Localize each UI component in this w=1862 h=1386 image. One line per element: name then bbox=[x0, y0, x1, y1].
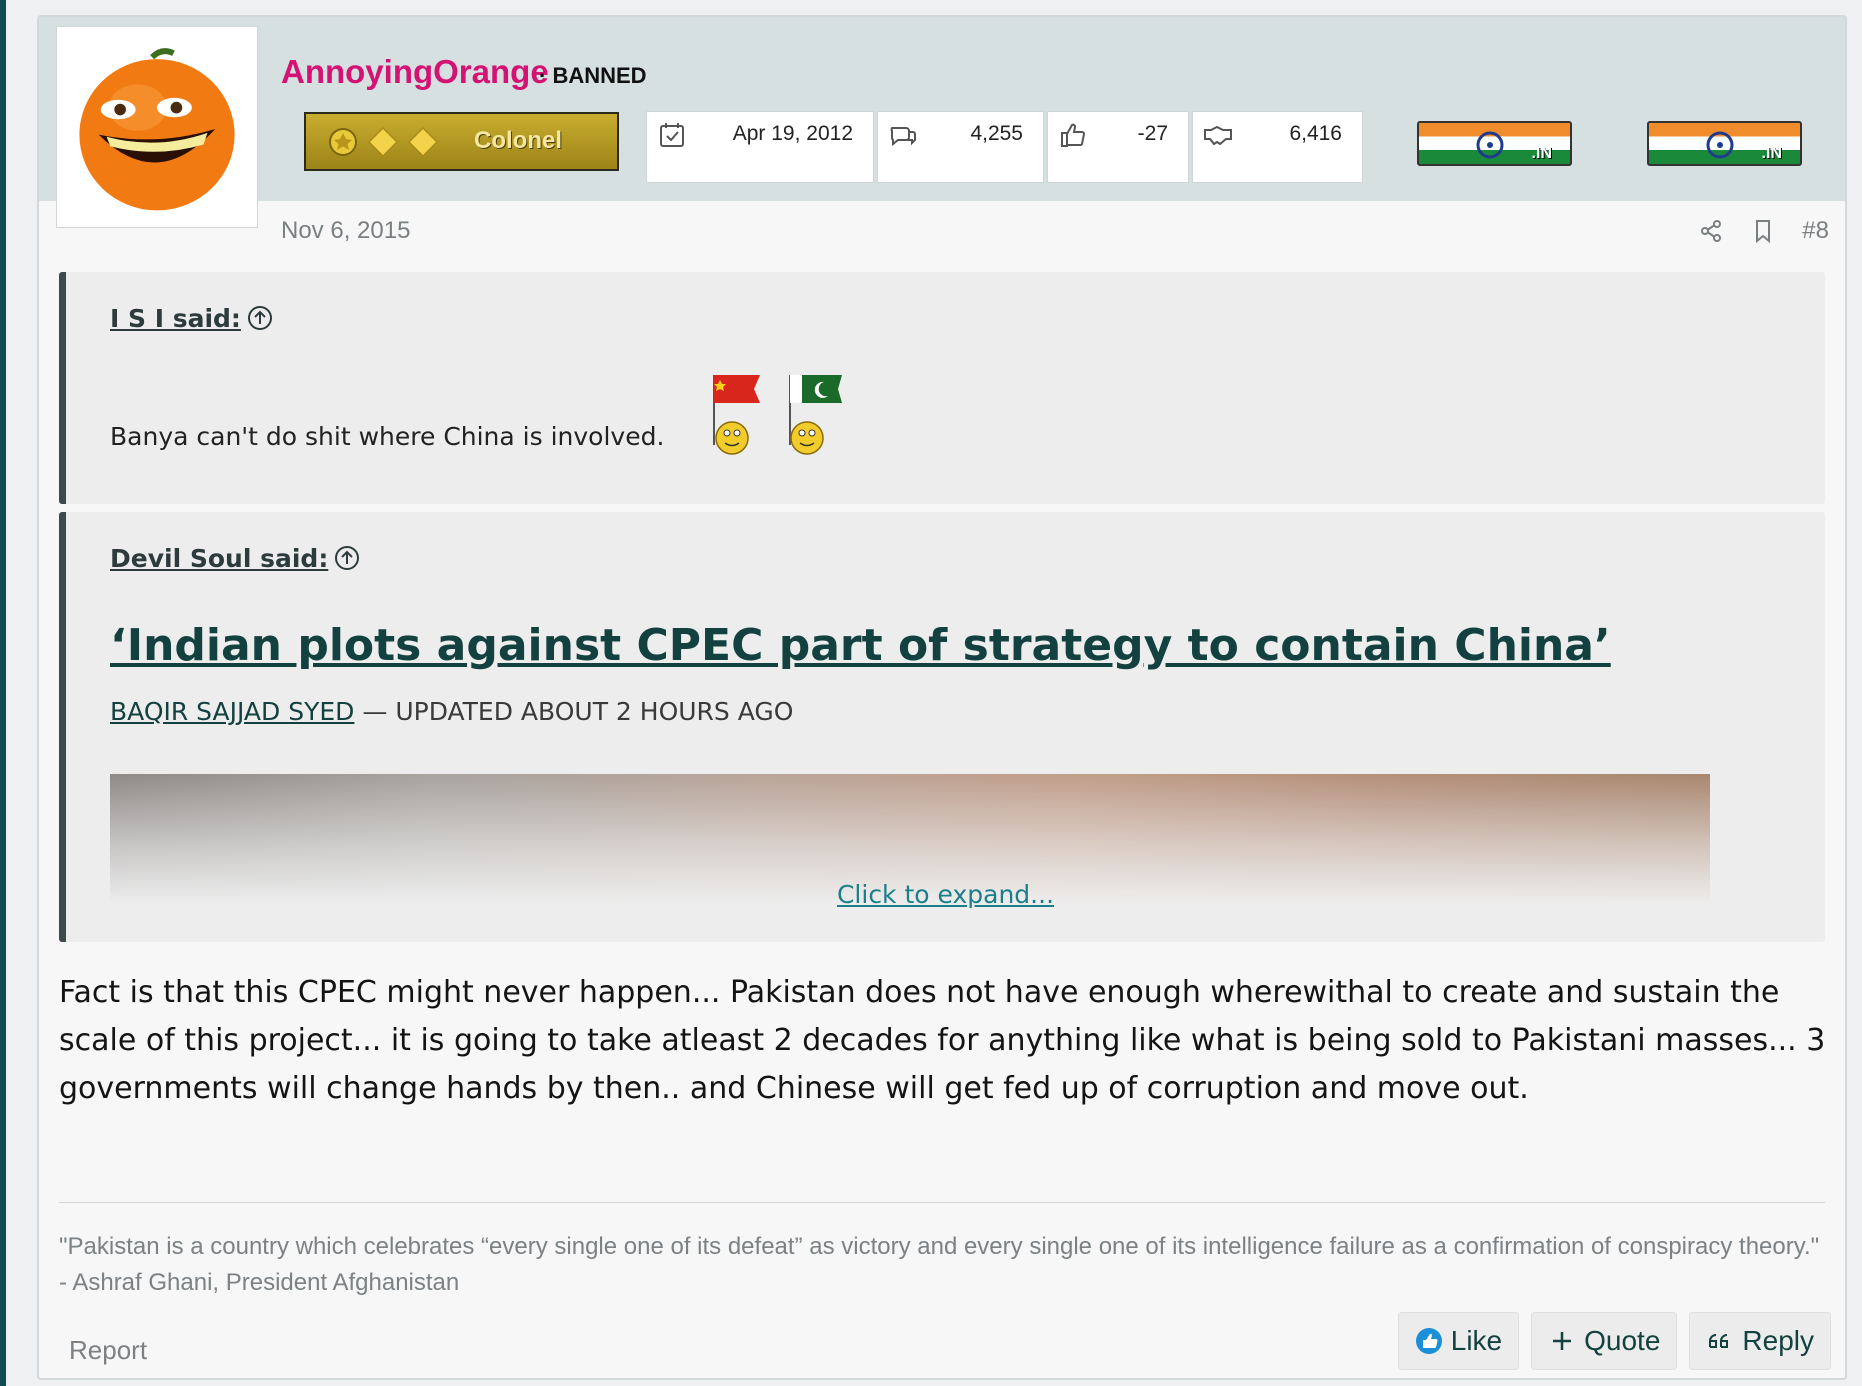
bookmark-icon[interactable] bbox=[1750, 218, 1776, 244]
reply-label: Reply bbox=[1742, 1325, 1814, 1356]
thumbs-up-icon bbox=[1061, 123, 1086, 147]
quote-author[interactable]: I S I said: bbox=[110, 304, 241, 333]
signature-divider bbox=[59, 1202, 1825, 1203]
page-left-edge bbox=[0, 0, 6, 1386]
chakra-icon bbox=[1706, 131, 1734, 159]
signature: "Pakistan is a country which celebrates … bbox=[59, 1233, 1820, 1296]
plus-icon bbox=[1553, 1332, 1572, 1350]
rank-diamond-icon bbox=[368, 127, 398, 157]
article-updated: — UPDATED ABOUT 2 HOURS AGO bbox=[354, 697, 794, 726]
quote-label: Quote bbox=[1584, 1325, 1661, 1356]
like-label: Like bbox=[1450, 1325, 1503, 1356]
flag-label: .IN bbox=[1531, 145, 1552, 162]
arrow-up-circle-icon[interactable] bbox=[334, 545, 360, 571]
stat-value: -27 bbox=[1137, 122, 1168, 145]
quote-attribution[interactable]: Devil Soul said: bbox=[110, 544, 360, 573]
arrow-up-circle-icon[interactable] bbox=[247, 305, 273, 331]
article-author-link[interactable]: BAQIR SAJJAD SYED bbox=[110, 697, 354, 726]
stat-joined[interactable]: Apr 19, 2012 bbox=[646, 111, 874, 183]
forum-post: AnnoyingOrange · BANNED Colonel Apr 19, … bbox=[37, 15, 1847, 1380]
post-actions: #8 bbox=[1698, 217, 1829, 245]
stat-value: 6,416 bbox=[1289, 122, 1342, 145]
like-button[interactable]: Like bbox=[1397, 1312, 1520, 1370]
post-date[interactable]: Nov 6, 2015 bbox=[281, 217, 410, 245]
click-to-expand-link[interactable]: Click to expand... bbox=[66, 880, 1825, 909]
calendar-check-icon bbox=[660, 123, 684, 147]
post-footer-actions: Like Quote Reply bbox=[1397, 1312, 1831, 1370]
country-flag-india: .IN bbox=[1647, 121, 1802, 166]
reply-button[interactable]: Reply bbox=[1689, 1312, 1831, 1370]
flag-label: .IN bbox=[1761, 145, 1782, 162]
chakra-icon bbox=[1476, 131, 1504, 159]
country-flag-india: .IN bbox=[1417, 121, 1572, 166]
user-stats: Apr 19, 2012 4,255 -27 6,416 bbox=[646, 111, 1363, 183]
rank-label: Colonel bbox=[474, 127, 562, 154]
like-icon bbox=[1415, 1328, 1442, 1354]
stat-messages[interactable]: 4,255 bbox=[877, 111, 1044, 183]
rank-badge: Colonel bbox=[304, 112, 619, 171]
rank-emblem-icon bbox=[329, 128, 357, 156]
comments-icon bbox=[890, 127, 916, 147]
rank-diamond-icon bbox=[408, 127, 438, 157]
quote-author[interactable]: Devil Soul said: bbox=[110, 544, 328, 573]
quote-block: Devil Soul said: ‘Indian plots against C… bbox=[59, 512, 1825, 942]
handshake-icon bbox=[1204, 125, 1232, 146]
quote-button[interactable]: Quote bbox=[1531, 1312, 1678, 1370]
username[interactable]: AnnoyingOrange bbox=[281, 53, 549, 91]
quote-text: Banya can't do shit where China is invol… bbox=[110, 422, 665, 451]
stat-reactions[interactable]: -27 bbox=[1047, 111, 1189, 183]
article-byline: BAQIR SAJJAD SYED — UPDATED ABOUT 2 HOUR… bbox=[110, 697, 793, 726]
report-link[interactable]: Report bbox=[69, 1335, 147, 1366]
share-icon[interactable] bbox=[1698, 218, 1724, 244]
quote-attribution[interactable]: I S I said: bbox=[110, 304, 273, 333]
quote-block: I S I said: Banya can't do shit where Ch… bbox=[59, 272, 1825, 504]
article-title-link[interactable]: ‘Indian plots against CPEC part of strat… bbox=[110, 620, 1611, 671]
banned-label: · BANNED bbox=[539, 63, 647, 88]
post-number-link[interactable]: #8 bbox=[1802, 217, 1829, 245]
flag-smileys-icon bbox=[713, 375, 842, 455]
avatar[interactable] bbox=[57, 27, 257, 227]
stat-value: Apr 19, 2012 bbox=[732, 122, 853, 145]
stat-value: 4,255 bbox=[970, 122, 1023, 145]
post-body-text: Fact is that this CPEC might never happe… bbox=[59, 975, 1826, 1106]
reply-quote-icon bbox=[1709, 1334, 1729, 1348]
stat-trophies[interactable]: 6,416 bbox=[1192, 111, 1363, 183]
